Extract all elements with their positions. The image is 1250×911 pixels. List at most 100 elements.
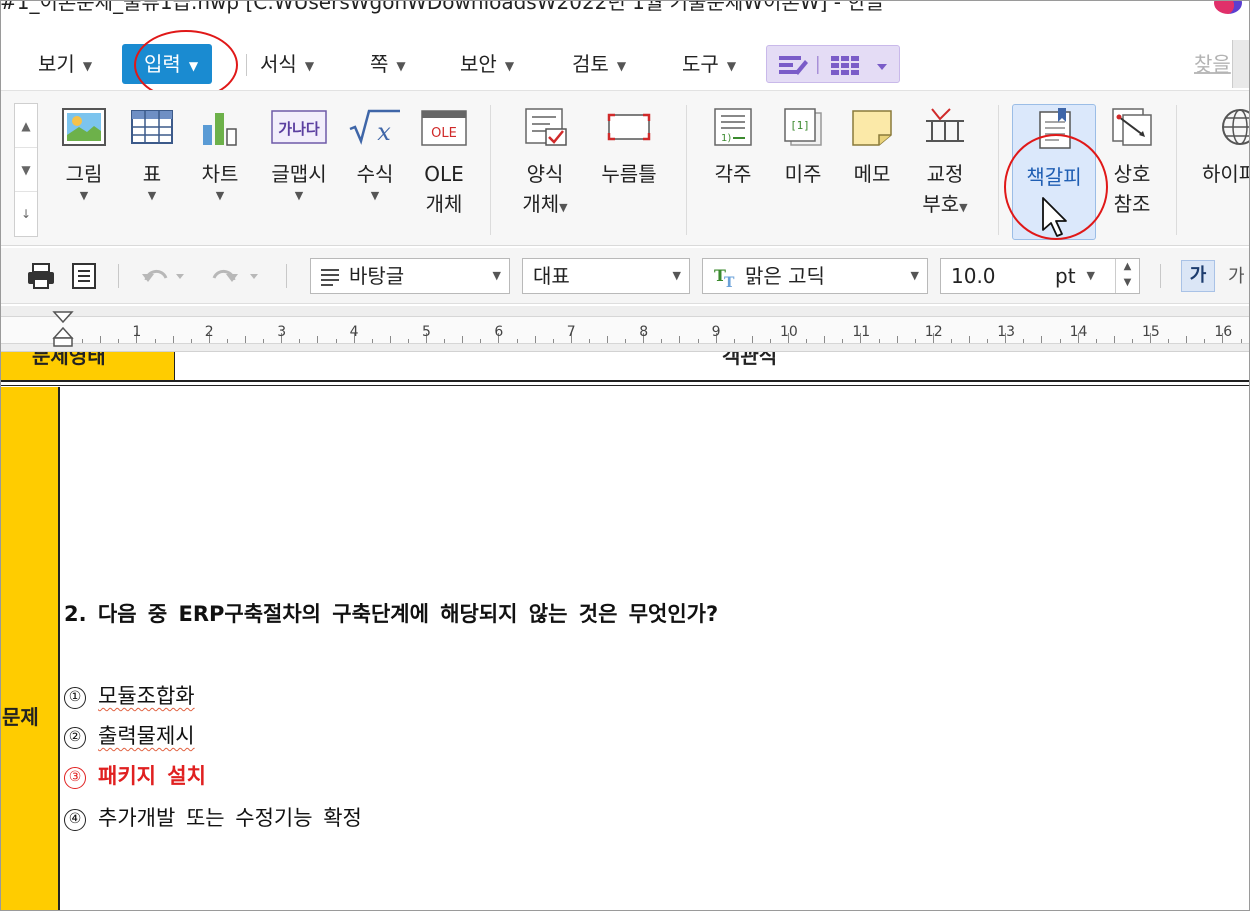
bold-button[interactable]: 가 [1181, 260, 1215, 292]
ruler-tick-label: 10 [780, 324, 798, 340]
ruler-tick [679, 336, 681, 343]
ruler[interactable]: 1 2 3 4 5 6 7 8 9 10 11 12 13 14 15 16 [0, 306, 1250, 352]
ruler-tick [896, 336, 898, 343]
expand-icon[interactable]: ↓ [15, 192, 37, 236]
font-select[interactable]: T T 맑은 고딕 ▼ [702, 258, 928, 294]
gallery-scrollbar[interactable]: ▲ ▼ ↓ [14, 103, 38, 237]
chevron-down-icon: ▼ [616, 58, 627, 73]
chevron-down-icon: ▼ [215, 189, 225, 202]
font-size-input[interactable]: 10.0 pt ▼ ▲ ▼ [940, 258, 1140, 294]
question-type-label-cell: 문제영태 [0, 352, 175, 380]
chevron-down-icon: ▼ [672, 269, 681, 282]
ruler-tick-label: 5 [422, 324, 431, 340]
toolbar-divider [118, 264, 119, 288]
ruler-tick [317, 336, 319, 343]
ruler-tick [914, 339, 916, 343]
chevron-down-icon: ▼ [79, 189, 89, 202]
menu-review[interactable]: 검토 ▼ [572, 44, 626, 84]
ruler-tick-label: 9 [711, 324, 721, 340]
picture-icon [62, 108, 106, 146]
bookmark-icon [1039, 108, 1071, 149]
document-page[interactable]: 문제영태 객관식 문제 2. 다음 중 ERP구축절차의 구축단계에 해당되지 … [0, 352, 1250, 911]
menu-format[interactable]: 서식 ▼ [260, 44, 314, 84]
ole-object-icon: OLE [421, 110, 467, 146]
redo-icon[interactable] [206, 262, 264, 290]
chevron-down-icon: ▼ [492, 269, 501, 282]
ruler-tick [697, 339, 699, 343]
ruler-tick [172, 336, 174, 343]
print-icon[interactable] [26, 262, 56, 290]
find-label[interactable]: 찾을 [1194, 48, 1231, 77]
question-type-value-cell: 객관식 [722, 352, 778, 368]
scroll-up-icon[interactable]: ▲ [15, 104, 37, 148]
insert-button-frame-button[interactable]: 누름틀 [594, 107, 664, 189]
toolbar-layout-toggle[interactable] [766, 45, 900, 83]
insert-memo-button[interactable]: 메모 [844, 107, 900, 189]
italic-button[interactable]: 가 [1228, 262, 1245, 288]
ruler-tick [1113, 336, 1115, 343]
insert-hyperlink-button[interactable]: 하이퍼 [1196, 107, 1250, 189]
window-title: #1_이론문제_물류1급.hwp [C:₩Users₩gon₩Downloads… [0, 0, 885, 14]
undo-icon[interactable] [140, 262, 190, 290]
chevron-down-icon: ▼ [559, 201, 568, 214]
menu-page[interactable]: 쪽 ▼ [370, 44, 406, 84]
insert-proof-mark-button[interactable]: 교정 부호▼ [914, 107, 976, 223]
insert-form-object-button[interactable]: 양식 개체▼ [514, 107, 576, 223]
ruler-tick-label: 14 [1069, 324, 1088, 340]
ruler-tick-label: 3 [277, 324, 287, 340]
menu-security[interactable]: 보안 ▼ [460, 44, 514, 84]
ruler-tick [226, 339, 228, 343]
ruler-tick [806, 339, 808, 343]
ruler-tick-label: 6 [494, 324, 504, 340]
chevron-down-icon: ▼ [504, 58, 515, 73]
insert-equation-button[interactable]: x 수식 ▼ [344, 107, 406, 203]
ruler-tick-label: 12 [924, 324, 943, 340]
option-1: ① 모듈조합화 [64, 680, 195, 710]
mouse-pointer-icon [1042, 197, 1067, 237]
ruler-tick [607, 336, 608, 343]
question-side-cell: 문제 [0, 387, 60, 911]
insert-footnote-button[interactable]: 1) 각주 [706, 107, 760, 189]
page-preview-icon[interactable] [70, 262, 98, 290]
indent-marker-icon[interactable] [52, 310, 74, 350]
insert-endnote-button[interactable]: [1] 미주 [776, 107, 830, 189]
ruler-tick [516, 339, 518, 343]
font-size-stepper[interactable]: ▲ ▼ [1115, 259, 1139, 293]
menu-tools[interactable]: 도구 ▼ [682, 44, 736, 84]
menu-view[interactable]: 보기 ▼ [38, 44, 92, 84]
question-text: 2. 다음 중 ERP구축절차의 구축단계에 해당되지 않는 것은 무엇인가? [64, 602, 719, 626]
ruler-tick [1041, 336, 1043, 343]
ruler-tick [1059, 339, 1061, 343]
table-double-border [0, 380, 1250, 386]
svg-text:x: x [377, 118, 391, 146]
ruler-tick-label: 16 [1214, 324, 1233, 340]
insert-table-button[interactable]: 표 ▼ [126, 107, 178, 203]
insert-wordart-button[interactable]: 가나다 글맵시 ▼ [264, 107, 334, 203]
menu-scrollbar[interactable] [1232, 40, 1250, 88]
ruler-tick [100, 336, 102, 343]
insert-chart-button[interactable]: 차트 ▼ [192, 107, 248, 203]
chevron-down-icon: ▼ [959, 201, 968, 214]
hancom-logo-icon [1214, 0, 1242, 14]
insert-ole-button[interactable]: OLE OLE 개체 [418, 107, 470, 219]
option-4: ④ 추가개발 또는 수정기능 확정 [64, 802, 362, 832]
paragraph-style-select[interactable]: 바탕글 ▼ [310, 258, 510, 294]
ruler-tick [751, 336, 753, 343]
equation-icon: x [349, 109, 400, 146]
ruler-tick-label: 15 [1142, 324, 1160, 340]
ruler-tick-label: 8 [639, 324, 649, 340]
chevron-down-icon: ▼ [304, 58, 315, 73]
insert-cross-reference-button[interactable]: 상호 참조 [1106, 107, 1158, 219]
ruler-tick-label: 11 [852, 324, 871, 340]
scroll-down-icon[interactable]: ▼ [15, 148, 37, 192]
ruler-tick [263, 339, 265, 343]
ruler-tick-label: 4 [349, 324, 359, 340]
insert-picture-button[interactable]: 그림 ▼ [56, 107, 112, 203]
language-select[interactable]: 대표 ▼ [522, 258, 690, 294]
ruler-tick [534, 336, 536, 343]
format-toolbar: 바탕글 ▼ 대표 ▼ T T 맑은 고딕 ▼ 10.0 pt ▼ ▲ ▼ 가 가 [0, 248, 1250, 304]
ruler-tick [444, 339, 446, 343]
endnote-icon: [1] [784, 108, 822, 146]
title-bar: #1_이론문제_물류1급.hwp [C:₩Users₩gon₩Downloads… [0, 0, 1250, 30]
menu-insert[interactable]: 입력 ▼ [122, 44, 213, 84]
